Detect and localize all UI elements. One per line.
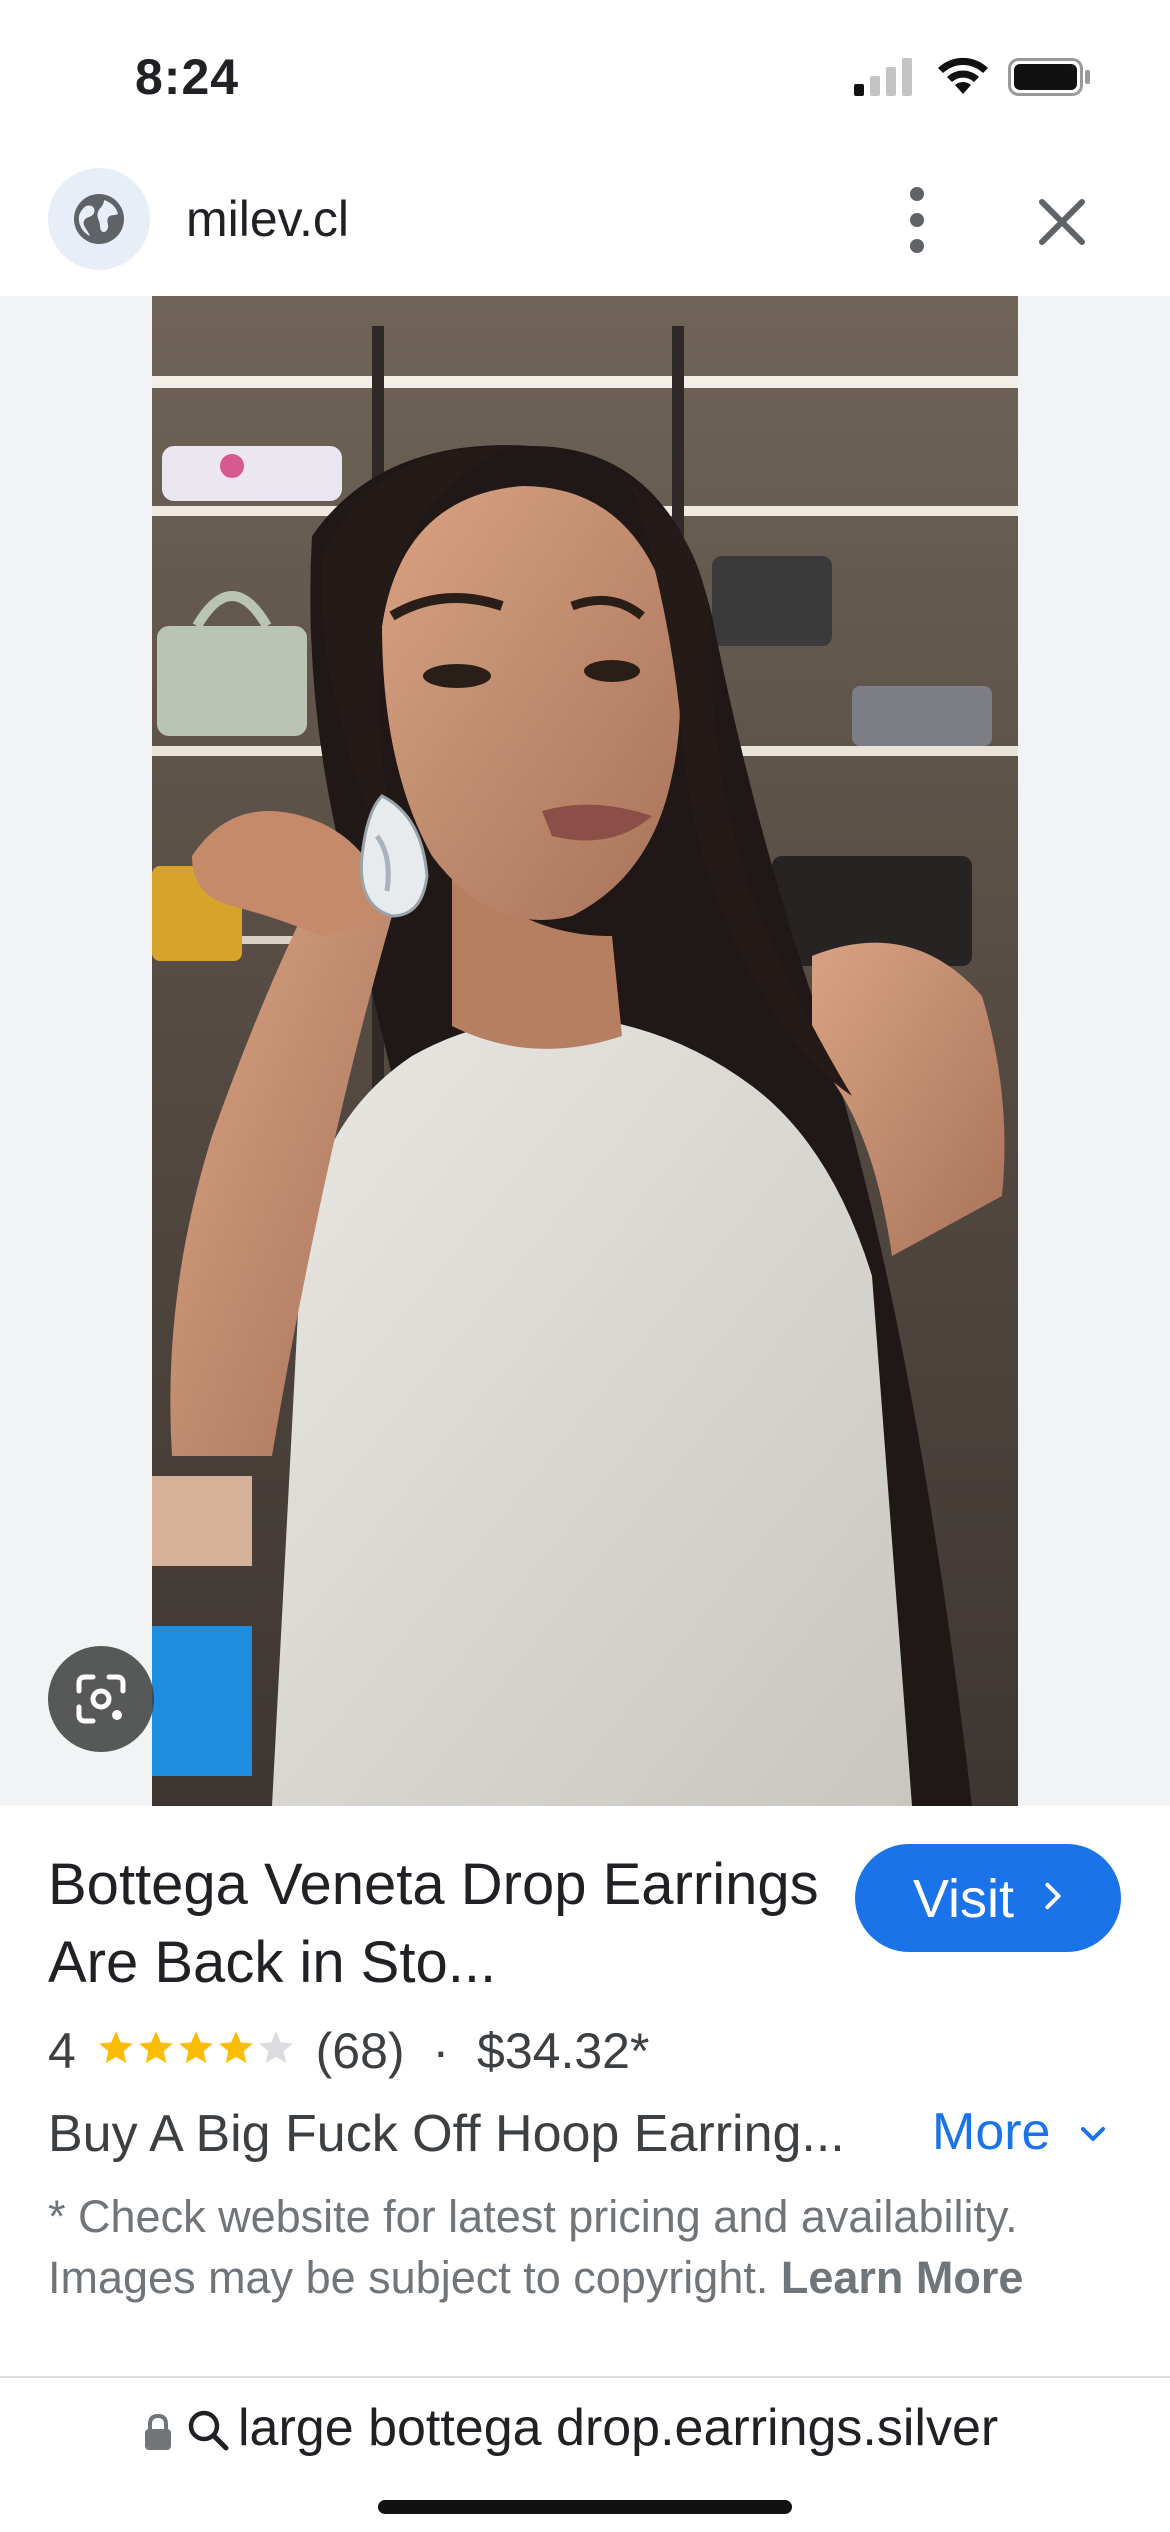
result-info-panel: Bottega Veneta Drop Earrings Are Back in… <box>0 1806 1170 2376</box>
google-lens-icon <box>76 1674 126 1724</box>
star-filled-icon <box>219 2031 253 2063</box>
site-name[interactable]: milev.cl <box>186 190 349 248</box>
rating-value: 4 <box>48 2022 76 2079</box>
site-header: milev.cl <box>0 150 1170 296</box>
visit-button-label: Visit <box>913 1869 1015 1929</box>
lock-icon <box>145 2413 171 2450</box>
result-title[interactable]: Bottega Veneta Drop Earrings Are Back in… <box>48 1846 828 2002</box>
google-lens-button[interactable] <box>48 1646 154 1752</box>
status-bar: 8:24 <box>0 0 1170 150</box>
wifi-icon <box>938 57 988 94</box>
url-bar[interactable]: large bottega drop.earrings.silver <box>0 2378 1170 2532</box>
visit-button[interactable]: Visit <box>855 1844 1121 1952</box>
chevron-down-icon[interactable] <box>1078 2120 1108 2150</box>
photo-illustration <box>152 296 1018 1806</box>
disclaimer: * Check website for latest pricing and a… <box>48 2186 1118 2308</box>
globe-icon <box>74 194 124 244</box>
site-favicon <box>48 168 150 270</box>
learn-more-link[interactable]: Learn More <box>781 2252 1024 2303</box>
more-button[interactable]: More <box>932 2102 1050 2162</box>
more-vert-icon[interactable] <box>890 180 944 260</box>
home-indicator[interactable] <box>378 2500 792 2514</box>
star-filled-icon <box>139 2031 173 2063</box>
star-rating <box>96 2022 296 2080</box>
rating-row: 4 (68) · $34.32* <box>48 2018 649 2088</box>
image-preview-area <box>0 296 1170 1806</box>
chevron-right-icon <box>1045 1882 1061 1910</box>
star-empty-icon <box>259 2031 293 2063</box>
battery-icon <box>1008 58 1090 96</box>
status-time: 8:24 <box>135 49 240 105</box>
review-count: (68) <box>315 2022 405 2079</box>
search-query[interactable]: large bottega drop.earrings.silver <box>238 2398 998 2458</box>
star-filled-icon <box>179 2031 213 2063</box>
search-icon <box>188 2410 229 2451</box>
cellular-signal-icon <box>854 58 912 96</box>
star-filled-icon <box>99 2031 133 2063</box>
close-icon[interactable] <box>1030 190 1094 254</box>
price: $34.32* <box>477 2022 650 2079</box>
page: 8:24 milev.cl Bottega Veneta Drop Earrin… <box>0 0 1170 2532</box>
result-photo[interactable] <box>152 296 1018 1806</box>
separator: · <box>432 2022 450 2079</box>
result-description: Buy A Big Fuck Off Hoop Earring... <box>48 2105 845 2163</box>
